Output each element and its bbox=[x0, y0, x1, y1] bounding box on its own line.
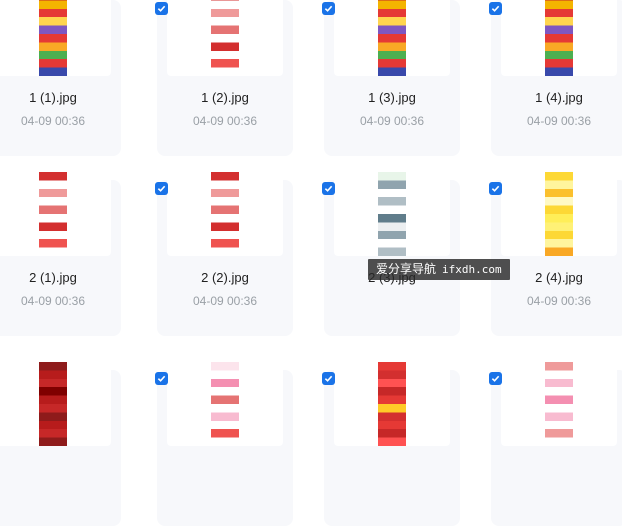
file-card[interactable] bbox=[155, 362, 293, 526]
file-card[interactable]: 2 (2).jpg 04-09 00:36 bbox=[155, 172, 293, 336]
file-date: 04-09 00:36 bbox=[20, 294, 86, 308]
thumbnail-image bbox=[545, 362, 573, 446]
file-thumbnail[interactable] bbox=[334, 362, 450, 446]
watermark-text: 爱分享导航 bbox=[376, 262, 437, 276]
file-thumbnail[interactable] bbox=[334, 0, 450, 76]
thumbnail-image bbox=[378, 362, 406, 446]
check-icon bbox=[491, 185, 500, 192]
file-card[interactable]: 1 (4).jpg 04-09 00:36 bbox=[489, 0, 622, 156]
file-card[interactable]: 2 (1).jpg 04-09 00:36 bbox=[0, 172, 121, 336]
thumbnail-image bbox=[545, 0, 573, 76]
select-checkbox[interactable] bbox=[489, 372, 502, 385]
check-icon bbox=[491, 375, 500, 382]
file-name: 1 (2).jpg bbox=[201, 90, 249, 105]
file-name: 1 (1).jpg bbox=[29, 90, 77, 105]
file-thumbnail[interactable] bbox=[501, 0, 617, 76]
file-thumbnail[interactable] bbox=[501, 362, 617, 446]
file-name: 2 (1).jpg bbox=[29, 270, 77, 285]
file-name: 2 (4).jpg bbox=[535, 270, 583, 285]
file-thumbnail[interactable] bbox=[167, 0, 283, 76]
file-thumbnail[interactable] bbox=[167, 172, 283, 256]
file-card[interactable]: 2 (3).jpg bbox=[322, 172, 460, 336]
thumbnail-image bbox=[378, 172, 406, 256]
file-card[interactable] bbox=[322, 362, 460, 526]
file-name: 1 (3).jpg bbox=[368, 90, 416, 105]
select-checkbox[interactable] bbox=[489, 2, 502, 15]
file-name: 1 (4).jpg bbox=[535, 90, 583, 105]
thumbnail-image bbox=[545, 172, 573, 256]
file-thumbnail[interactable] bbox=[501, 172, 617, 256]
file-date: 04-09 00:36 bbox=[192, 114, 258, 128]
thumbnail-image bbox=[39, 0, 67, 76]
file-thumbnail[interactable] bbox=[0, 172, 111, 256]
file-date: 04-09 00:36 bbox=[20, 114, 86, 128]
check-icon bbox=[157, 5, 166, 12]
check-icon bbox=[157, 185, 166, 192]
select-checkbox[interactable] bbox=[322, 2, 335, 15]
thumbnail-image bbox=[39, 362, 67, 446]
check-icon bbox=[491, 5, 500, 12]
check-icon bbox=[324, 375, 333, 382]
select-checkbox[interactable] bbox=[155, 2, 168, 15]
select-checkbox[interactable] bbox=[489, 182, 502, 195]
select-checkbox[interactable] bbox=[322, 372, 335, 385]
check-icon bbox=[324, 185, 333, 192]
file-card[interactable]: 1 (3).jpg 04-09 00:36 bbox=[322, 0, 460, 156]
file-thumbnail[interactable] bbox=[0, 0, 111, 76]
thumbnail-image bbox=[211, 0, 239, 76]
thumbnail-image bbox=[211, 172, 239, 256]
check-icon bbox=[324, 5, 333, 12]
check-icon bbox=[157, 375, 166, 382]
file-thumbnail[interactable] bbox=[334, 172, 450, 256]
file-date: 04-09 00:36 bbox=[359, 114, 425, 128]
select-checkbox[interactable] bbox=[155, 372, 168, 385]
file-thumbnail[interactable] bbox=[167, 362, 283, 446]
watermark-url: ifxdh.com bbox=[442, 263, 502, 276]
file-date: 04-09 00:36 bbox=[526, 294, 592, 308]
watermark: 爱分享导航 ifxdh.com bbox=[368, 259, 510, 280]
file-date: 04-09 00:36 bbox=[526, 114, 592, 128]
file-date: 04-09 00:36 bbox=[192, 294, 258, 308]
file-card[interactable]: 1 (2).jpg 04-09 00:36 bbox=[155, 0, 293, 156]
file-thumbnail[interactable] bbox=[0, 362, 111, 446]
file-card[interactable]: 2 (4).jpg 04-09 00:36 bbox=[489, 172, 622, 336]
thumbnail-image bbox=[378, 0, 406, 76]
file-name: 2 (2).jpg bbox=[201, 270, 249, 285]
file-card[interactable] bbox=[489, 362, 622, 526]
file-card[interactable]: 1 (1).jpg 04-09 00:36 bbox=[0, 0, 121, 156]
thumbnail-image bbox=[39, 172, 67, 256]
select-checkbox[interactable] bbox=[322, 182, 335, 195]
select-checkbox[interactable] bbox=[155, 182, 168, 195]
file-card[interactable] bbox=[0, 362, 121, 526]
thumbnail-image bbox=[211, 362, 239, 446]
